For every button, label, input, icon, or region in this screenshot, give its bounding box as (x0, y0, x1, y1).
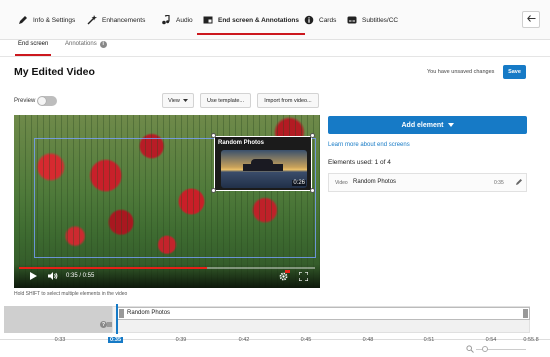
info-circle-icon (304, 15, 314, 25)
save-button[interactable]: Save (503, 65, 526, 79)
tab-enhancements[interactable]: Enhancements (87, 0, 145, 40)
back-arrow-icon (526, 15, 536, 24)
timeline-tick: 0:51 (423, 337, 435, 343)
use-template-label: Use template... (207, 97, 244, 104)
timeline-tick: 0:33 (54, 337, 66, 343)
element-type: Video (335, 180, 348, 186)
learn-more-link[interactable]: Learn more about end screens (328, 142, 410, 148)
timeline-element-bar[interactable] (116, 307, 530, 320)
settings-icon[interactable] (279, 272, 288, 283)
timeline-tick: 0:39 (175, 337, 187, 343)
divider (0, 56, 550, 57)
import-label: Import from video... (264, 97, 312, 104)
lock-icon (107, 322, 112, 327)
subtab-label: Annotations (65, 41, 97, 47)
play-icon[interactable] (30, 272, 37, 282)
tab-subtitles-cc[interactable]: Subtitles/CC (347, 0, 398, 40)
multi-select-hint: Hold SHIFT to select multiple elements i… (14, 291, 128, 297)
playhead[interactable] (116, 304, 118, 334)
subtab-end-screen[interactable]: End screen (14, 38, 52, 56)
timeline-current-time: 0:35 (108, 337, 124, 343)
timeline-tick: 0:55.8 (523, 337, 539, 343)
end-screen-icon (203, 15, 213, 25)
subtitles-icon (347, 15, 357, 25)
tab-label: Audio (176, 16, 193, 24)
end-card-title: Random Photos (218, 140, 264, 146)
end-card-duration: 0:26 (292, 180, 306, 186)
timeline-ruler (0, 334, 550, 340)
resize-handle-tr[interactable] (310, 133, 315, 138)
preview-label: Preview (14, 98, 36, 104)
progress-fill (19, 267, 208, 269)
pier-silhouette (243, 159, 283, 171)
tab-label: Enhancements (102, 16, 146, 24)
timeline-tick: 0:45 (300, 337, 312, 343)
fullscreen-icon[interactable] (298, 271, 309, 283)
tab-cards[interactable]: Cards (304, 0, 336, 40)
element-name: Random Photos (353, 179, 397, 185)
unsaved-status: You have unsaved changes (427, 69, 495, 75)
tab-label: End screen & Annotations (218, 16, 300, 24)
caret-down-icon (447, 122, 454, 129)
tab-end-screen-annotations[interactable]: End screen & Annotations (196, 0, 306, 40)
timeline-tick: 0:48 (362, 337, 374, 343)
zoom-slider[interactable] (466, 345, 526, 353)
add-element-button[interactable]: Add element (328, 116, 527, 134)
tab-label: Cards (319, 16, 337, 24)
player-controls: 0:35 / 0:55 (14, 264, 320, 288)
timeline-before-region (4, 306, 112, 333)
info-icon: i (99, 40, 107, 48)
element-time: 0:35 (494, 180, 504, 186)
tab-label: Info & Settings (33, 16, 76, 24)
zoom-knob[interactable] (482, 346, 488, 352)
subtab-annotations[interactable]: Annotations i (65, 38, 107, 50)
progress-bar[interactable] (19, 267, 315, 269)
end-screen-video-element[interactable]: Random Photos 0:26 (214, 136, 312, 191)
edit-pencil-icon[interactable] (515, 178, 523, 186)
resize-handle-bl[interactable] (211, 188, 216, 193)
volume-icon[interactable] (48, 272, 58, 282)
tab-info-settings[interactable]: Info & Settings (18, 0, 75, 40)
resize-handle-tl[interactable] (211, 133, 216, 138)
music-note-icon (161, 15, 171, 25)
view-dropdown[interactable]: View (162, 93, 194, 108)
timeline-tick: 0:54 (485, 337, 497, 343)
hd-badge-icon (285, 270, 290, 273)
time-display: 0:35 / 0:55 (66, 273, 95, 279)
magic-wand-icon (87, 15, 97, 25)
element-list-item[interactable]: Video Random Photos 0:35 (328, 173, 527, 192)
view-label: View (168, 97, 180, 104)
add-element-label: Add element (401, 121, 444, 129)
import-from-video-button[interactable]: Import from video... (257, 93, 319, 108)
back-button[interactable] (522, 11, 540, 28)
timeline-element-label: Random Photos (127, 310, 171, 316)
subtab-label: End screen (18, 41, 49, 47)
timeline: Random Photos ? 0:33 0:35 0:39 0:42 0:45… (0, 304, 550, 357)
page-title: My Edited Video (14, 66, 95, 78)
timeline-grip-right[interactable] (523, 309, 528, 318)
tab-label: Subtitles/CC (362, 16, 399, 24)
use-template-button[interactable]: Use template... (200, 93, 251, 108)
preview-toggle[interactable] (37, 96, 57, 106)
elements-used-count: Elements used: 1 of 4 (328, 159, 391, 166)
timeline-tick: 0:42 (238, 337, 250, 343)
editor-tab-bar: Info & Settings Enhancements Audio End s… (0, 0, 550, 40)
pencil-icon (18, 15, 28, 25)
help-icon[interactable]: ? (100, 321, 107, 328)
zoom-magnifier-icon (466, 345, 474, 355)
tab-audio[interactable]: Audio (161, 0, 193, 40)
resize-handle-br[interactable] (310, 188, 315, 193)
caret-down-icon (182, 98, 188, 104)
timeline-grip-left[interactable] (119, 309, 124, 318)
